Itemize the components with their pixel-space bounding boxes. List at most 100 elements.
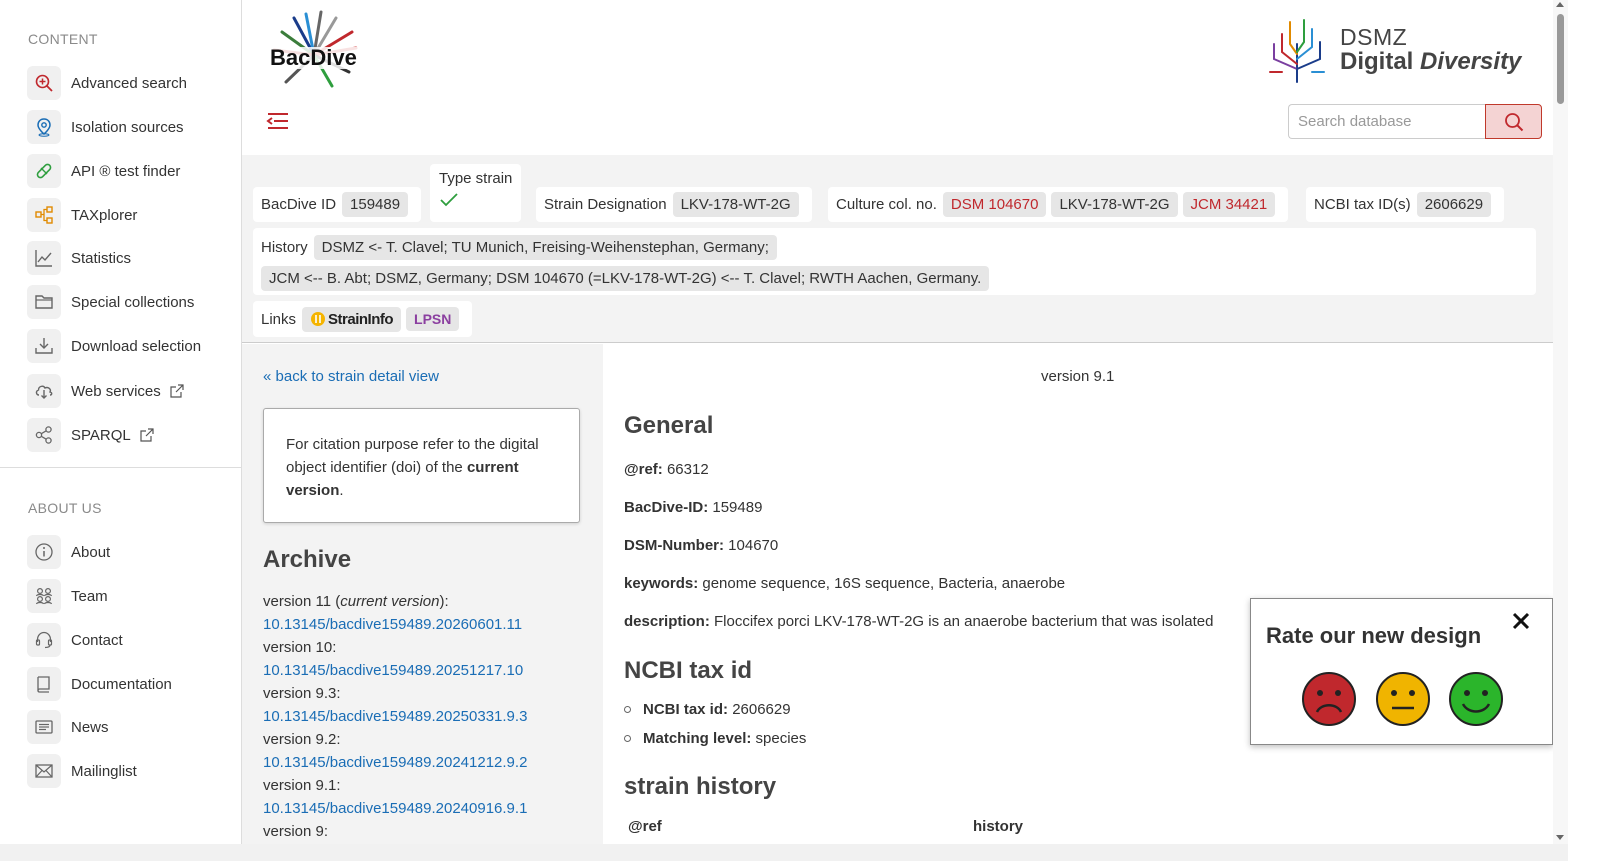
- type-strain-label: Type strain: [439, 170, 513, 187]
- archive-column: « back to strain detail view For citatio…: [242, 344, 603, 861]
- sidebar-item-isolation-sources[interactable]: Isolation sources: [27, 110, 227, 144]
- search-icon: [1504, 112, 1523, 131]
- bacdive-logo[interactable]: BacDive: [264, 10, 364, 90]
- section-strain-history-title: strain history: [624, 773, 777, 800]
- chart-line-icon: [27, 241, 61, 275]
- sad-face-icon[interactable]: [1301, 671, 1357, 727]
- archive-item: version 9:: [263, 823, 329, 840]
- about-heading: ABOUT US: [28, 500, 102, 516]
- sidebar-item-web-services[interactable]: Web services: [27, 374, 227, 408]
- folder-icon: [27, 285, 61, 319]
- back-to-strain-link[interactable]: « back to strain detail view: [263, 368, 439, 385]
- checkmark-icon: [440, 193, 458, 207]
- headset-icon: [27, 623, 61, 657]
- download-icon: [27, 329, 61, 363]
- external-link-icon: [170, 384, 184, 398]
- history-entry: JCM <-- B. Abt; DSMZ, Germany; DSM 10467…: [261, 266, 990, 291]
- sidebar-item-advanced-search[interactable]: Advanced search: [27, 66, 227, 100]
- scrollbar-thumb[interactable]: [1557, 14, 1564, 104]
- sidebar-item-api-test-finder[interactable]: API ® test finder: [27, 154, 227, 188]
- archive-list: version 11 (current version): 10.13145/b…: [263, 590, 527, 843]
- sidebar-item-label: Contact: [71, 631, 123, 649]
- archive-item: version 11 (current version): 10.13145/b…: [263, 590, 527, 636]
- field-ref: @ref: 66312: [624, 461, 709, 478]
- dsmz-tree-icon: [1269, 19, 1325, 83]
- dsmz-logo-line1: DSMZ: [1340, 24, 1408, 50]
- sidebar-item-news[interactable]: News: [27, 710, 227, 744]
- doi-link[interactable]: 10.13145/bacdive159489.20240916.9.1: [263, 797, 527, 820]
- scroll-up-arrow-icon[interactable]: [1556, 2, 1564, 7]
- envelope-icon: [27, 754, 61, 788]
- bacdive-logo-text: BacDive: [270, 45, 357, 70]
- sidebar-item-team[interactable]: Team: [27, 579, 227, 613]
- sidebar-item-label: SPARQL: [71, 426, 131, 444]
- neutral-face-icon[interactable]: [1375, 671, 1431, 727]
- history-entry: DSMZ <- T. Clavel; TU Munich, Freising-W…: [313, 235, 777, 260]
- strain-designation-label: Strain Designation: [544, 196, 667, 213]
- scroll-down-arrow-icon[interactable]: [1556, 835, 1564, 840]
- archive-item: version 9.3: 10.13145/bacdive159489.2025…: [263, 682, 527, 728]
- section-general-title: General: [624, 412, 714, 439]
- field-ncbi-taxid: NCBI tax id: 2606629: [624, 701, 791, 718]
- ncbi-tax-box: NCBI tax ID(s) 2606629: [1306, 187, 1505, 222]
- horizontal-scrollbar[interactable]: [0, 844, 1568, 861]
- search-button[interactable]: [1485, 104, 1542, 139]
- table-header-history: history: [973, 818, 1024, 835]
- table-header-ref: @ref: [628, 818, 662, 835]
- section-ncbi-title: NCBI tax id: [624, 657, 753, 684]
- sidebar-item-download-selection[interactable]: Download selection: [27, 329, 227, 363]
- sidebar-item-documentation[interactable]: Documentation: [27, 667, 227, 701]
- dsmz-logo-line2: Digital Diversity: [1340, 48, 1522, 75]
- vertical-scrollbar[interactable]: [1553, 0, 1568, 844]
- links-label: Links: [261, 310, 297, 328]
- straininfo-link[interactable]: StrainInfo: [302, 306, 402, 332]
- version-label: version 9.1: [1041, 368, 1115, 385]
- doi-link[interactable]: 10.13145/bacdive159489.20251217.10: [263, 659, 527, 682]
- strain-designation-value: LKV-178-WT-2G: [672, 192, 799, 217]
- sidebar-item-taxplorer[interactable]: TAXplorer: [27, 198, 227, 232]
- sidebar-item-label: API ® test finder: [71, 162, 181, 180]
- sidebar-item-sparql[interactable]: SPARQL: [27, 418, 227, 452]
- info-icon: [27, 535, 61, 569]
- sidebar-item-statistics[interactable]: Statistics: [27, 241, 227, 275]
- ncbi-tax-label: NCBI tax ID(s): [1314, 196, 1411, 213]
- book-icon: [27, 667, 61, 701]
- rate-design-popup: Rate our new design: [1250, 598, 1553, 745]
- doi-link[interactable]: 10.13145/bacdive159489.20250331.9.3: [263, 705, 527, 728]
- sidebar-item-label: TAXplorer: [71, 206, 138, 224]
- archive-title: Archive: [263, 546, 352, 573]
- ncbi-tax-value: 2606629: [1416, 192, 1492, 217]
- strain-info-bar: BacDive ID 159489 Type strain Strain Des…: [242, 155, 1553, 343]
- sidebar-item-special-collections[interactable]: Special collections: [27, 285, 227, 319]
- dsmz-logo[interactable]: DSMZ Digital Diversity: [1262, 14, 1532, 84]
- search-input[interactable]: [1288, 104, 1486, 139]
- culture-number-link[interactable]: DSM 104670: [942, 192, 1047, 217]
- happy-face-icon[interactable]: [1448, 671, 1504, 727]
- header: BacDive DSMZ Digital Diversity: [242, 0, 1553, 155]
- culture-number-link[interactable]: JCM 34421: [1182, 192, 1276, 217]
- archive-item: version 10: 10.13145/bacdive159489.20251…: [263, 636, 527, 682]
- sidebar-item-contact[interactable]: Contact: [27, 623, 227, 657]
- strain-designation-box: Strain Designation LKV-178-WT-2G: [536, 187, 812, 222]
- field-dsm-number: DSM-Number: 104670: [624, 537, 779, 554]
- sidebar-item-label: News: [71, 718, 109, 736]
- bacdive-starburst-icon: BacDive: [267, 10, 361, 88]
- close-icon[interactable]: [1511, 611, 1531, 631]
- menu-toggle-icon[interactable]: [266, 110, 290, 132]
- sidebar-item-about[interactable]: About: [27, 535, 227, 569]
- content-heading: CONTENT: [28, 31, 98, 47]
- citation-note: For citation purpose refer to the digita…: [263, 408, 580, 523]
- newspaper-icon: [27, 710, 61, 744]
- sidebar-item-label: About: [71, 543, 111, 561]
- culture-number: LKV-178-WT-2G: [1051, 192, 1178, 217]
- sidebar-item-mailinglist[interactable]: Mailinglist: [27, 754, 227, 788]
- straininfo-logo-icon: [311, 312, 326, 326]
- doi-link[interactable]: 10.13145/bacdive159489.20260601.11: [263, 613, 527, 636]
- doi-link[interactable]: 10.13145/bacdive159489.20241212.9.2: [263, 751, 527, 774]
- lpsn-link[interactable]: LPSN: [406, 307, 460, 331]
- field-matching-level: Matching level: species: [624, 730, 806, 747]
- bacdive-id-label: BacDive ID: [261, 196, 337, 213]
- sidebar-item-label: Team: [71, 587, 108, 605]
- rate-title: Rate our new design: [1266, 623, 1482, 648]
- sidebar-item-label: Isolation sources: [71, 118, 184, 136]
